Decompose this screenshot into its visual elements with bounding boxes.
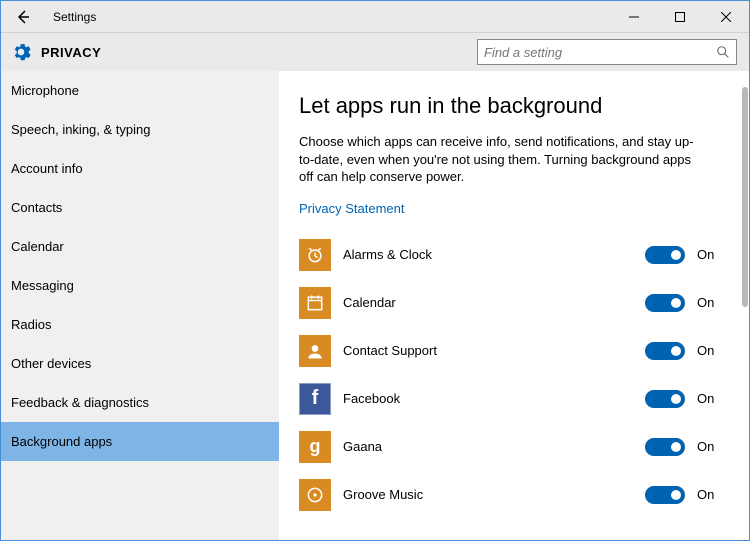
page-heading: Let apps run in the background bbox=[299, 93, 727, 119]
privacy-statement-link[interactable]: Privacy Statement bbox=[299, 201, 405, 216]
app-name-label: Calendar bbox=[343, 295, 645, 310]
app-row: g Gaana On bbox=[299, 424, 727, 470]
toggle-switch[interactable] bbox=[645, 390, 685, 408]
search-icon bbox=[716, 45, 730, 59]
toggle-knob bbox=[671, 394, 681, 404]
toggle-switch[interactable] bbox=[645, 342, 685, 360]
app-row: Calendar On bbox=[299, 280, 727, 326]
toggle-switch[interactable] bbox=[645, 486, 685, 504]
app-row: f Facebook On bbox=[299, 376, 727, 422]
back-arrow-icon bbox=[15, 9, 31, 25]
toggle-state-label: On bbox=[697, 439, 727, 454]
toggle-state-label: On bbox=[697, 487, 727, 502]
sidebar-item[interactable]: Contacts bbox=[1, 188, 279, 227]
sidebar-item[interactable]: Speech, inking, & typing bbox=[1, 110, 279, 149]
app-row: Alarms & Clock On bbox=[299, 232, 727, 278]
close-icon bbox=[721, 12, 731, 22]
fb-icon: f bbox=[299, 383, 331, 415]
sidebar-item[interactable]: Microphone bbox=[1, 71, 279, 110]
app-name-label: Alarms & Clock bbox=[343, 247, 645, 262]
scrollbar[interactable] bbox=[735, 71, 749, 540]
g-icon: g bbox=[299, 431, 331, 463]
page-description: Choose which apps can receive info, send… bbox=[299, 133, 699, 186]
toggle-switch[interactable] bbox=[645, 246, 685, 264]
alarm-icon bbox=[299, 239, 331, 271]
toggle-knob bbox=[671, 490, 681, 500]
maximize-button[interactable] bbox=[657, 1, 703, 33]
toggle-state-label: On bbox=[697, 247, 727, 262]
toggle-knob bbox=[671, 346, 681, 356]
toggle-state-label: On bbox=[697, 343, 727, 358]
app-name-label: Contact Support bbox=[343, 343, 645, 358]
toggle-switch[interactable] bbox=[645, 438, 685, 456]
music-icon bbox=[299, 479, 331, 511]
gear-icon bbox=[11, 42, 31, 62]
back-button[interactable] bbox=[9, 3, 37, 31]
sidebar-item[interactable]: Radios bbox=[1, 305, 279, 344]
titlebar: Settings bbox=[1, 1, 749, 33]
toggle-knob bbox=[671, 298, 681, 308]
sidebar-item[interactable]: Background apps bbox=[1, 422, 279, 461]
sidebar-item[interactable]: Account info bbox=[1, 149, 279, 188]
minimize-button[interactable] bbox=[611, 1, 657, 33]
app-name-label: Groove Music bbox=[343, 487, 645, 502]
toggle-knob bbox=[671, 442, 681, 452]
window-title: Settings bbox=[53, 10, 96, 24]
person-icon bbox=[299, 335, 331, 367]
app-row: Groove Music On bbox=[299, 472, 727, 518]
close-button[interactable] bbox=[703, 1, 749, 33]
toggle-state-label: On bbox=[697, 295, 727, 310]
header: PRIVACY bbox=[1, 33, 749, 71]
calendar-icon bbox=[299, 287, 331, 319]
sidebar: MicrophoneSpeech, inking, & typingAccoun… bbox=[1, 71, 279, 540]
sidebar-item[interactable]: Other devices bbox=[1, 344, 279, 383]
sidebar-item[interactable]: Calendar bbox=[1, 227, 279, 266]
toggle-switch[interactable] bbox=[645, 294, 685, 312]
search-box[interactable] bbox=[477, 39, 737, 65]
toggle-knob bbox=[671, 250, 681, 260]
scroll-thumb[interactable] bbox=[742, 87, 748, 307]
content-pane: Let apps run in the background Choose wh… bbox=[279, 71, 749, 540]
maximize-icon bbox=[675, 12, 685, 22]
app-row: Contact Support On bbox=[299, 328, 727, 374]
sidebar-item[interactable]: Feedback & diagnostics bbox=[1, 383, 279, 422]
category-title: PRIVACY bbox=[41, 45, 101, 60]
app-name-label: Facebook bbox=[343, 391, 645, 406]
search-input[interactable] bbox=[484, 45, 716, 60]
toggle-state-label: On bbox=[697, 391, 727, 406]
sidebar-item[interactable]: Messaging bbox=[1, 266, 279, 305]
app-name-label: Gaana bbox=[343, 439, 645, 454]
minimize-icon bbox=[629, 12, 639, 22]
